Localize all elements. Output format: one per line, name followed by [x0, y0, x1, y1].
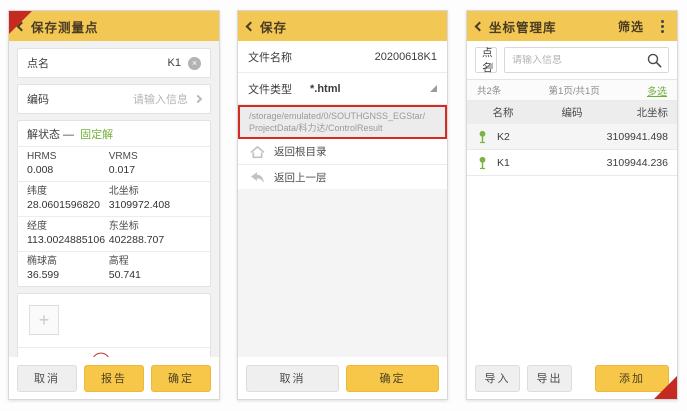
return-root-item[interactable]: 返回根目录 — [238, 139, 447, 165]
search-field-label: 点名 — [482, 45, 496, 75]
screen-coord-library: 坐标管理库 筛选 点名 共2条 第1页/共1页 多选 — [466, 10, 678, 400]
stat-row-lat: 纬度28.0601596820 北坐标3109972.408 — [18, 182, 210, 217]
point-name-field[interactable]: 点名 K1 × — [17, 48, 211, 78]
return-root-label: 返回根目录 — [274, 144, 327, 159]
dropdown-corner-icon — [430, 85, 437, 92]
elevation-label: 高程 — [109, 255, 201, 268]
code-label: 编码 — [27, 91, 49, 107]
search-icon[interactable] — [646, 52, 663, 69]
ok-button[interactable]: 确定 — [151, 365, 211, 392]
annotation-corner-marker — [9, 11, 32, 34]
point-name-value: K1 — [168, 57, 181, 69]
file-name-field[interactable]: 文件名称 20200618K1 — [238, 41, 447, 73]
code-field[interactable]: 编码 请输入信息 — [17, 84, 211, 114]
screen2-button-bar: 取消 确定 — [238, 357, 447, 399]
latitude-label: 纬度 — [27, 185, 109, 198]
screen3-button-bar: 导入 导出 添加 — [467, 357, 677, 399]
ellipsoid-height-value: 36.599 — [27, 268, 109, 282]
elevation-value: 50.741 — [109, 268, 201, 282]
list-stats-bar: 共2条 第1页/共1页 多选 — [467, 80, 677, 101]
solution-label: 解状态 — — [27, 129, 74, 141]
file-type-field[interactable]: 文件类型 *.html — [238, 73, 447, 105]
solution-value: 固定解 — [80, 129, 113, 141]
stat-row-rms: HRMS0.008 VRMS0.017 — [18, 147, 210, 182]
back-icon[interactable] — [246, 21, 256, 31]
total-count: 共2条 — [477, 83, 501, 97]
overflow-menu-icon[interactable] — [657, 18, 668, 35]
row-name: K2 — [497, 131, 539, 143]
triple-screenshot-stage: 保存测量点 点名 K1 × 编码 请输入信息 解状态 — 固定解 — [0, 0, 687, 411]
north-coord-value: 3109972.408 — [109, 198, 201, 212]
cancel-button[interactable]: 取消 — [246, 365, 339, 392]
titlebar-save-point: 保存测量点 — [9, 11, 219, 41]
page-title: 坐标管理库 — [489, 17, 557, 36]
hrms-value: 0.008 — [27, 163, 109, 177]
add-photo-placeholder[interactable]: + — [29, 305, 59, 335]
col-north: 北坐标 — [605, 105, 677, 120]
east-coord-label: 东坐标 — [109, 220, 201, 233]
home-icon — [250, 145, 265, 159]
row-north: 3109941.498 — [591, 131, 677, 143]
latitude-value: 28.0601596820 — [27, 198, 109, 212]
file-name-label: 文件名称 — [248, 49, 292, 65]
col-code: 编码 — [539, 105, 605, 120]
file-type-value: *.html — [310, 83, 341, 95]
vrms-value: 0.017 — [109, 163, 201, 177]
table-header: 名称 编码 北坐标 — [467, 101, 677, 124]
stat-row-lon: 经度113.0024885106 东坐标402288.707 — [18, 217, 210, 252]
point-icon — [477, 156, 488, 170]
empty-file-list-area — [238, 189, 447, 357]
page-title: 保存测量点 — [31, 17, 99, 36]
code-placeholder: 请输入信息 — [133, 91, 188, 107]
search-area: 点名 — [467, 41, 677, 80]
return-up-item[interactable]: 返回上一层 — [238, 165, 447, 191]
search-box — [504, 47, 669, 73]
multiselect-link[interactable]: 多选 — [647, 83, 667, 98]
export-button[interactable]: 导出 — [527, 365, 572, 392]
solution-stats-card: 解状态 — 固定解 HRMS0.008 VRMS0.017 纬度28.06015… — [17, 120, 211, 287]
page-indicator: 第1页/共1页 — [501, 83, 647, 97]
chevron-right-icon — [194, 95, 202, 103]
return-up-label: 返回上一层 — [274, 170, 327, 185]
north-coord-label: 北坐标 — [109, 185, 201, 198]
ok-button[interactable]: 确定 — [346, 365, 439, 392]
file-type-label: 文件类型 — [248, 81, 292, 97]
point-name-label: 点名 — [27, 55, 49, 71]
screen-save-file: 保存 文件名称 20200618K1 文件类型 *.html /storage/… — [237, 10, 448, 400]
clear-icon[interactable]: × — [188, 57, 201, 70]
stat-row-height: 椭球高36.599 高程50.741 — [18, 252, 210, 286]
longitude-label: 经度 — [27, 220, 109, 233]
longitude-value: 113.0024885106 — [27, 233, 109, 247]
path-line-1: /storage/emulated/0/SOUTHGNSS_EGStar/ — [249, 110, 436, 122]
vrms-label: VRMS — [109, 150, 201, 163]
screen1-button-bar: 取消 报告 确定 — [9, 357, 219, 399]
hrms-label: HRMS — [27, 150, 109, 163]
table-row[interactable]: K2 3109941.498 — [467, 124, 677, 150]
path-line-2: ProjectData/科力达/ControlResult — [249, 122, 436, 134]
row-name: K1 — [497, 157, 539, 169]
table-row[interactable]: K1 3109944.236 — [467, 150, 677, 176]
search-field-selector[interactable]: 点名 — [475, 47, 497, 73]
current-path-box: /storage/emulated/0/SOUTHGNSS_EGStar/ Pr… — [238, 105, 447, 139]
solution-status: 解状态 — 固定解 — [18, 121, 210, 147]
file-name-value: 20200618K1 — [375, 51, 437, 63]
back-icon[interactable] — [475, 21, 485, 31]
dropdown-corner-icon — [486, 62, 493, 69]
col-name: 名称 — [467, 105, 539, 120]
search-input[interactable] — [505, 55, 668, 66]
import-button[interactable]: 导入 — [475, 365, 520, 392]
report-button[interactable]: 报告 — [84, 365, 144, 392]
screen-save-point: 保存测量点 点名 K1 × 编码 请输入信息 解状态 — 固定解 — [8, 10, 220, 400]
east-coord-value: 402288.707 — [109, 233, 201, 247]
titlebar-save: 保存 — [238, 11, 447, 41]
titlebar-coord-library: 坐标管理库 筛选 — [467, 11, 677, 41]
ellipsoid-height-label: 椭球高 — [27, 255, 109, 268]
cancel-button[interactable]: 取消 — [17, 365, 77, 392]
row-north: 3109944.236 — [591, 157, 677, 169]
annotation-corner-marker — [654, 376, 677, 399]
back-arrow-icon — [250, 171, 265, 184]
page-title: 保存 — [260, 17, 287, 36]
filter-button[interactable]: 筛选 — [618, 18, 644, 35]
point-icon — [477, 130, 488, 144]
